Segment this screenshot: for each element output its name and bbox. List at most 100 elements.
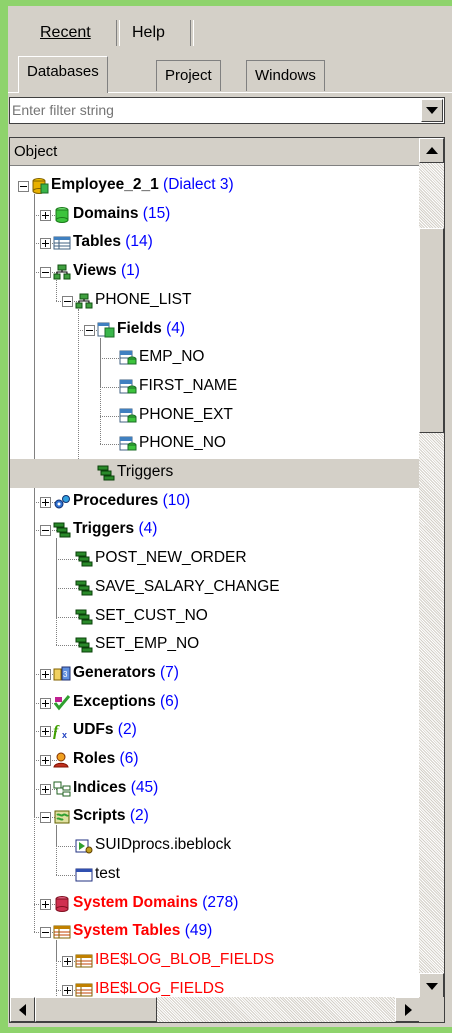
tree-node-count: (4) <box>166 319 186 337</box>
tree-node[interactable]: Triggers (4) <box>10 516 420 545</box>
expand-plus-icon[interactable] <box>40 783 51 795</box>
expand-plus-icon[interactable] <box>40 697 51 709</box>
vertical-scrollbar[interactable] <box>419 138 444 998</box>
scroll-up-button[interactable] <box>419 138 444 163</box>
tree-node[interactable]: PHONE_LIST <box>10 287 420 316</box>
tree-node[interactable]: SET_CUST_NO <box>10 603 420 632</box>
tree-node[interactable]: f x UDFs (2) <box>10 717 420 746</box>
field-icon <box>119 379 137 395</box>
tree-node-label: EMP_NO <box>139 348 204 366</box>
tree-node-count: (1) <box>120 262 140 280</box>
collapse-minus-icon[interactable] <box>40 525 51 537</box>
filter-combobox[interactable] <box>9 97 445 124</box>
collapse-minus-icon[interactable] <box>62 295 73 307</box>
expand-plus-icon[interactable] <box>62 984 73 996</box>
tree-node[interactable]: Roles (6) <box>10 746 420 775</box>
tree-node[interactable]: POST_NEW_ORDER <box>10 545 420 574</box>
filter-input[interactable] <box>12 100 412 120</box>
expand-plus-icon[interactable] <box>40 726 51 738</box>
tab-databases[interactable]: Databases <box>18 56 108 93</box>
tree-node-label: PHONE_EXT <box>139 406 233 424</box>
tab-windows[interactable]: Windows <box>246 60 325 91</box>
collapse-minus-icon[interactable] <box>40 927 51 939</box>
arrow-right-icon <box>405 1004 412 1016</box>
tree-node[interactable]: Triggers <box>10 459 420 488</box>
tree-node[interactable]: Indices (45) <box>10 775 420 804</box>
tree-node-name: Views <box>73 262 117 280</box>
expand-plus-icon[interactable] <box>40 668 51 680</box>
object-tree[interactable]: Object Employee_2_1 (Dialect 3) Domains (… <box>9 137 445 1023</box>
collapse-minus-icon[interactable] <box>40 812 51 824</box>
arrow-left-icon <box>19 1004 26 1016</box>
tree-node-label: Fields (4) <box>117 320 185 338</box>
menu-bar: Recent Help <box>8 16 452 52</box>
tree-node[interactable]: IBE$LOG_BLOB_FIELDS <box>10 947 420 976</box>
tree-node[interactable]: Exceptions (6) <box>10 689 420 718</box>
tab-project[interactable]: Project <box>156 60 221 91</box>
tree-node-label: Procedures (10) <box>73 492 190 510</box>
menu-separator <box>190 20 194 46</box>
tree-node-name: UDFs <box>73 721 114 739</box>
tree-node-label: SAVE_SALARY_CHANGE <box>95 578 280 596</box>
expand-plus-icon[interactable] <box>40 238 51 250</box>
tree-node[interactable]: PHONE_NO <box>10 430 420 459</box>
tree-node[interactable]: EMP_NO <box>10 344 420 373</box>
menu-separator <box>116 20 120 46</box>
menu-recent[interactable]: Recent <box>32 20 99 46</box>
column-header-object[interactable]: Object <box>10 138 420 166</box>
tree-node-name: SUIDprocs.ibeblock <box>95 836 232 854</box>
tree-node[interactable]: PHONE_EXT <box>10 402 420 431</box>
tree-node[interactable]: Tables (14) <box>10 229 420 258</box>
tree-node-count: (2) <box>117 721 137 739</box>
tree-node-label: Generators (7) <box>73 664 179 682</box>
tree-node[interactable]: SAVE_SALARY_CHANGE <box>10 574 420 603</box>
expand-plus-icon[interactable] <box>40 755 51 766</box>
svg-text:x: x <box>62 730 67 739</box>
tree-node[interactable]: FIRST_NAME <box>10 373 420 402</box>
tree-node-name: System Tables <box>73 922 181 940</box>
tree-node-label: Employee_2_1 (Dialect 3) <box>51 176 234 194</box>
tree-node[interactable]: IBE$LOG_FIELDS <box>10 976 420 997</box>
expand-plus-icon[interactable] <box>40 496 51 508</box>
tree-node-name: Triggers <box>117 463 174 480</box>
tab-windows-label: Windows <box>255 67 316 84</box>
collapse-minus-icon[interactable] <box>18 181 29 192</box>
tree-node-label: Exceptions (6) <box>73 693 179 711</box>
tree-node[interactable]: Views (1) <box>10 258 420 287</box>
tree-node[interactable]: SUIDprocs.ibeblock <box>10 832 420 861</box>
expand-plus-icon[interactable] <box>40 209 51 221</box>
horizontal-scrollbar[interactable] <box>10 997 420 1022</box>
arrow-up-icon <box>426 147 438 154</box>
scroll-left-button[interactable] <box>10 997 35 1022</box>
scroll-down-button[interactable] <box>419 973 444 998</box>
tree-node-name: Domains <box>73 204 139 222</box>
tree-node[interactable]: SET_EMP_NO <box>10 631 420 660</box>
tree-node[interactable]: test <box>10 861 420 890</box>
tree-node[interactable]: System Domains (278) <box>10 890 420 919</box>
menu-help[interactable]: Help <box>124 20 173 46</box>
tree-node[interactable]: Fields (4) <box>10 316 420 345</box>
tree-node[interactable]: Procedures (10) <box>10 488 420 517</box>
tree-node[interactable]: System Tables (49) <box>10 918 420 947</box>
collapse-minus-icon[interactable] <box>84 324 95 336</box>
tree-node[interactable]: 3 Generators (7) <box>10 660 420 689</box>
roles-icon <box>53 752 71 768</box>
trigger-icon <box>75 609 93 625</box>
tree-node-name: POST_NEW_ORDER <box>95 549 247 567</box>
collapse-minus-icon[interactable] <box>40 267 51 279</box>
tree-node-name: Roles <box>73 750 116 767</box>
horizontal-scroll-thumb[interactable] <box>35 997 157 1022</box>
field-icon <box>119 350 137 366</box>
expand-plus-icon[interactable] <box>62 955 73 967</box>
scroll-right-button[interactable] <box>395 997 420 1022</box>
tree-node-count: (14) <box>125 233 153 251</box>
tree-node[interactable]: Domains (15) <box>10 201 420 230</box>
expand-plus-icon[interactable] <box>40 898 51 910</box>
filter-dropdown-button[interactable] <box>421 99 443 122</box>
tree-node[interactable]: Scripts (2) <box>10 803 420 832</box>
vertical-scroll-thumb[interactable] <box>419 228 444 433</box>
tree-node-name: PHONE_EXT <box>139 405 233 423</box>
tree-node[interactable]: Employee_2_1 (Dialect 3) <box>10 172 420 201</box>
tree-node-name: PHONE_LIST <box>95 290 192 308</box>
tree-node-name: Tables <box>73 233 121 251</box>
